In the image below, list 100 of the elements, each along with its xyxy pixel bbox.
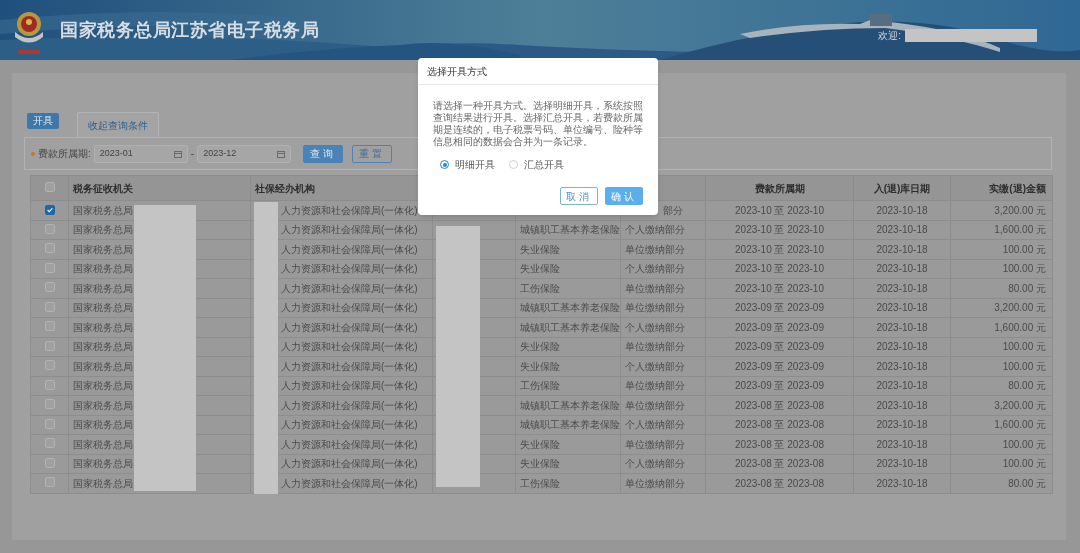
range-separator: - — [190, 147, 195, 161]
table-cell: 单位缴纳部分 — [620, 337, 706, 357]
issue-button[interactable]: 开具 — [27, 113, 59, 129]
table-cell: 3,200.00 元 — [950, 200, 1053, 220]
checkbox[interactable] — [44, 418, 55, 429]
welcome-text: 欢迎: — [878, 28, 901, 43]
table-cell: 2023-08 至 2023-08 — [705, 434, 854, 454]
date-field[interactable]: 2023-01 — [93, 144, 188, 163]
table-cell: 2023-10-18 — [853, 376, 951, 396]
table-cell: 城镇职工基本养老保险 — [515, 298, 621, 318]
table-cell: 100.00 元 — [950, 259, 1053, 279]
column-header: 实缴(退)金额 — [950, 175, 1053, 201]
table-cell: 2023-09 至 2023-09 — [705, 317, 854, 337]
table-cell: 个人缴纳部分 — [620, 454, 706, 474]
date-field[interactable]: 2023-12 — [197, 144, 292, 163]
table-cell: 2023-10-18 — [853, 356, 951, 376]
checkbox[interactable] — [44, 438, 55, 449]
table-cell: 城镇职工基本养老保险 — [515, 395, 621, 415]
checkbox[interactable] — [44, 282, 55, 293]
table-cell: 2023-10 至 2023-10 — [705, 259, 854, 279]
table-cell: 2023-10-18 — [853, 259, 951, 279]
table-cell: 单位缴纳部分 — [620, 278, 706, 298]
table-cell: 2023-08 至 2023-08 — [705, 395, 854, 415]
table-cell: 单位缴纳部分 — [620, 239, 706, 259]
table-cell: 100.00 元 — [950, 454, 1053, 474]
table-cell: 2023-10-18 — [853, 415, 951, 435]
table-cell: 2023-10-18 — [853, 298, 951, 318]
field-label: 费款所属期: — [38, 147, 91, 161]
table-cell: 2023-10-18 — [853, 395, 951, 415]
confirm-button[interactable]: 确认 — [605, 187, 643, 205]
dialog-message: 请选择一种开具方式。选择明细开具，系统按照查询结果进行开具。选择汇总开具，若费款所属期是连续的，电子税票号码、单位编号、险种等信息相同的数据会合并为一条记录。 — [433, 100, 643, 148]
site-title: 国家税务总局江苏省电子税务局 — [60, 18, 319, 42]
checkbox[interactable] — [44, 181, 55, 192]
checkbox[interactable] — [44, 204, 55, 215]
checkbox[interactable] — [44, 321, 55, 332]
calendar-icon — [173, 149, 182, 158]
table-cell: 2023-10 至 2023-10 — [705, 239, 854, 259]
table-cell: 2023-08 至 2023-08 — [705, 473, 854, 493]
table-cell: 失业保险 — [515, 434, 621, 454]
table-cell: 个人缴纳部分 — [620, 356, 706, 376]
cancel-button[interactable]: 取消 — [560, 187, 598, 205]
table-cell: 2023-09 至 2023-09 — [705, 337, 854, 357]
checkbox[interactable] — [44, 477, 55, 488]
reset-button[interactable]: 重置 — [352, 144, 393, 163]
table-cell: 1,600.00 元 — [950, 220, 1053, 240]
table-cell: 单位缴纳部分 — [620, 434, 706, 454]
table-cell: 单位缴纳部分 — [620, 395, 706, 415]
query-button[interactable]: 查询 — [303, 144, 344, 163]
dialog-title: 选择开具方式 — [427, 64, 487, 79]
table-cell: 城镇职工基本养老保险 — [515, 220, 621, 240]
table-cell: 2023-10 至 2023-10 — [705, 220, 854, 240]
table-cell: 100.00 元 — [950, 356, 1053, 376]
table-cell: 失业保险 — [515, 454, 621, 474]
table-cell: 2023-09 至 2023-09 — [705, 356, 854, 376]
checkbox[interactable] — [44, 399, 55, 410]
table-cell: 100.00 元 — [950, 239, 1053, 259]
checkbox[interactable] — [44, 262, 55, 273]
checkbox[interactable] — [44, 360, 55, 371]
table-cell: 1,600.00 元 — [950, 317, 1053, 337]
table-cell: 2023-10 至 2023-10 — [705, 278, 854, 298]
table-cell: 失业保险 — [515, 337, 621, 357]
table-cell: 失业保险 — [515, 239, 621, 259]
table-cell: 2023-10-18 — [853, 317, 951, 337]
table-cell: 失业保险 — [515, 259, 621, 279]
checkbox[interactable] — [44, 379, 55, 390]
checkbox[interactable] — [44, 223, 55, 234]
collapse-tab[interactable]: 收起查询条件 — [77, 112, 159, 137]
radio-option[interactable]: 汇总开具 — [509, 157, 564, 172]
checkbox[interactable] — [44, 301, 55, 312]
table-cell: 80.00 元 — [950, 376, 1053, 396]
checkbox[interactable] — [44, 457, 55, 468]
table-cell: 2023-10-18 — [853, 454, 951, 474]
table-cell: 2023-09 至 2023-09 — [705, 298, 854, 318]
table-cell: 个人缴纳部分 — [620, 317, 706, 337]
checkbox[interactable] — [44, 340, 55, 351]
table-cell: 城镇职工基本养老保险 — [515, 317, 621, 337]
column-header: 税务征收机关 — [68, 175, 251, 201]
table-cell: 单位缴纳部分 — [620, 473, 706, 493]
table-cell: 2023-10 至 2023-10 — [705, 200, 854, 220]
table-cell: 100.00 元 — [950, 337, 1053, 357]
table-cell: 个人缴纳部分 — [620, 415, 706, 435]
radio-option[interactable]: 明细开具 — [440, 157, 495, 172]
table-cell: 2023-10-18 — [853, 200, 951, 220]
table-cell: 城镇职工基本养老保险 — [515, 415, 621, 435]
table-cell: 2023-10-18 — [853, 337, 951, 357]
table-cell: 2023-08 至 2023-08 — [705, 454, 854, 474]
table-cell: 3,200.00 元 — [950, 395, 1053, 415]
table-cell: 个人缴纳部分 — [620, 220, 706, 240]
calendar-icon — [277, 149, 286, 158]
emblem-icon — [12, 10, 46, 56]
table-cell: 3,200.00 元 — [950, 298, 1053, 318]
table-cell: 2023-10-18 — [853, 220, 951, 240]
table-cell: 2023-10-18 — [853, 473, 951, 493]
table-cell: 80.00 元 — [950, 278, 1053, 298]
column-header: 入(退)库日期 — [853, 175, 951, 201]
checkbox[interactable] — [44, 243, 55, 254]
table-cell: 1,600.00 元 — [950, 415, 1053, 435]
table-cell: 100.00 元 — [950, 434, 1053, 454]
table-cell: 2023-10-18 — [853, 434, 951, 454]
table-cell: 单位缴纳部分 — [620, 376, 706, 396]
